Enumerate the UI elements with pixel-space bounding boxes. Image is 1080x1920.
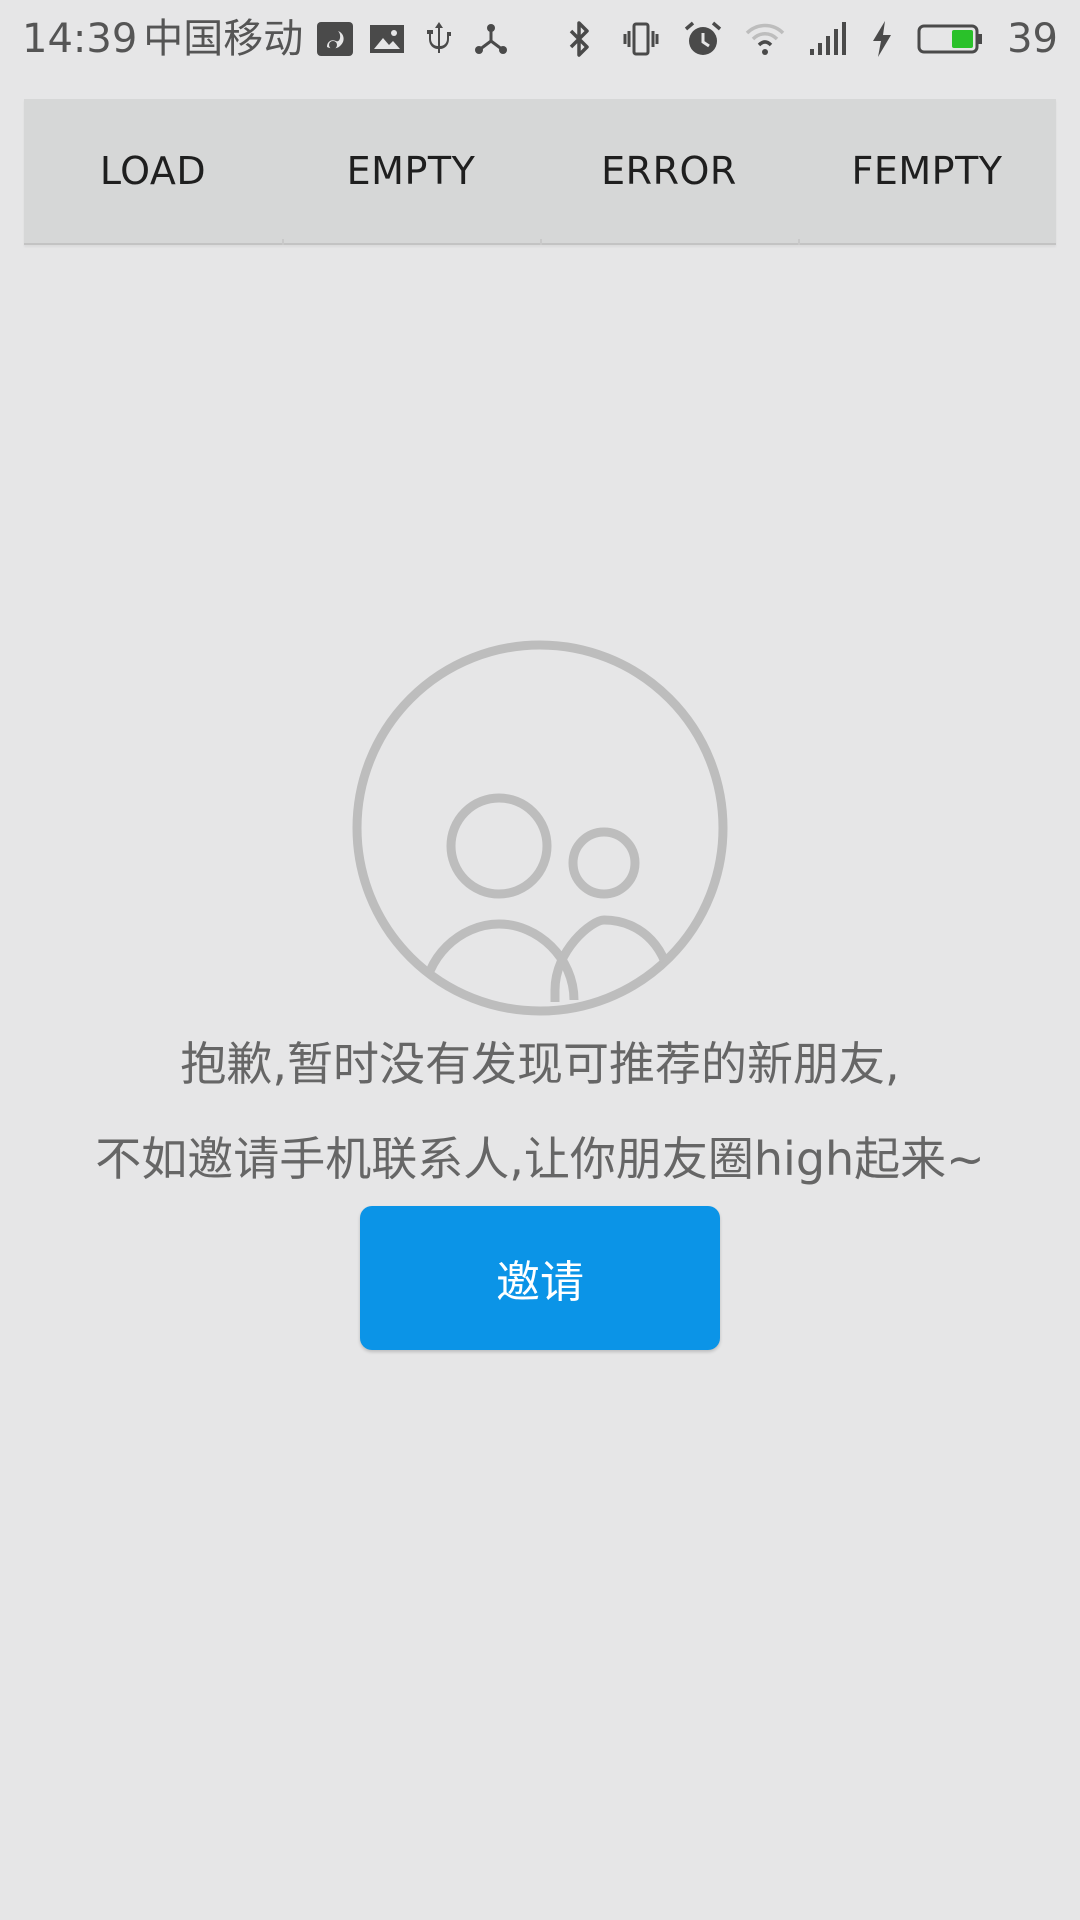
status-time: 14:39 — [22, 16, 138, 62]
alarm-icon — [683, 19, 723, 59]
empty-message-line-2: 不如邀请手机联系人,让你朋友圈high起来~ — [95, 1132, 985, 1186]
status-bar: 14:39 中国移动 39 — [0, 0, 1080, 78]
status-left: 14:39 中国移动 — [22, 14, 511, 64]
vibrate-icon — [621, 19, 661, 59]
uc-browser-icon — [315, 19, 355, 59]
invite-button[interactable]: 邀请 — [360, 1206, 720, 1350]
bluetooth-icon — [559, 19, 599, 59]
friends-icon — [352, 640, 728, 1016]
status-right: 39 — [559, 14, 1058, 64]
share-icon — [471, 19, 511, 59]
tab-error[interactable]: ERROR — [540, 99, 798, 245]
battery-icon — [917, 19, 985, 59]
image-icon — [367, 19, 407, 59]
tab-empty[interactable]: EMPTY — [282, 99, 540, 245]
usb-icon — [419, 19, 459, 59]
empty-message-line-1: 抱歉,暂时没有发现可推荐的新朋友, — [180, 1037, 900, 1091]
wifi-icon — [745, 19, 785, 59]
status-carrier: 中国移动 — [143, 16, 304, 62]
tab-fempty[interactable]: FEMPTY — [798, 99, 1056, 245]
tab-bar: LOAD EMPTY ERROR FEMPTY — [24, 99, 1056, 245]
charging-icon — [869, 19, 895, 59]
battery-level: 39 — [1007, 16, 1058, 62]
tab-load[interactable]: LOAD — [24, 99, 282, 243]
signal-icon — [807, 19, 847, 59]
